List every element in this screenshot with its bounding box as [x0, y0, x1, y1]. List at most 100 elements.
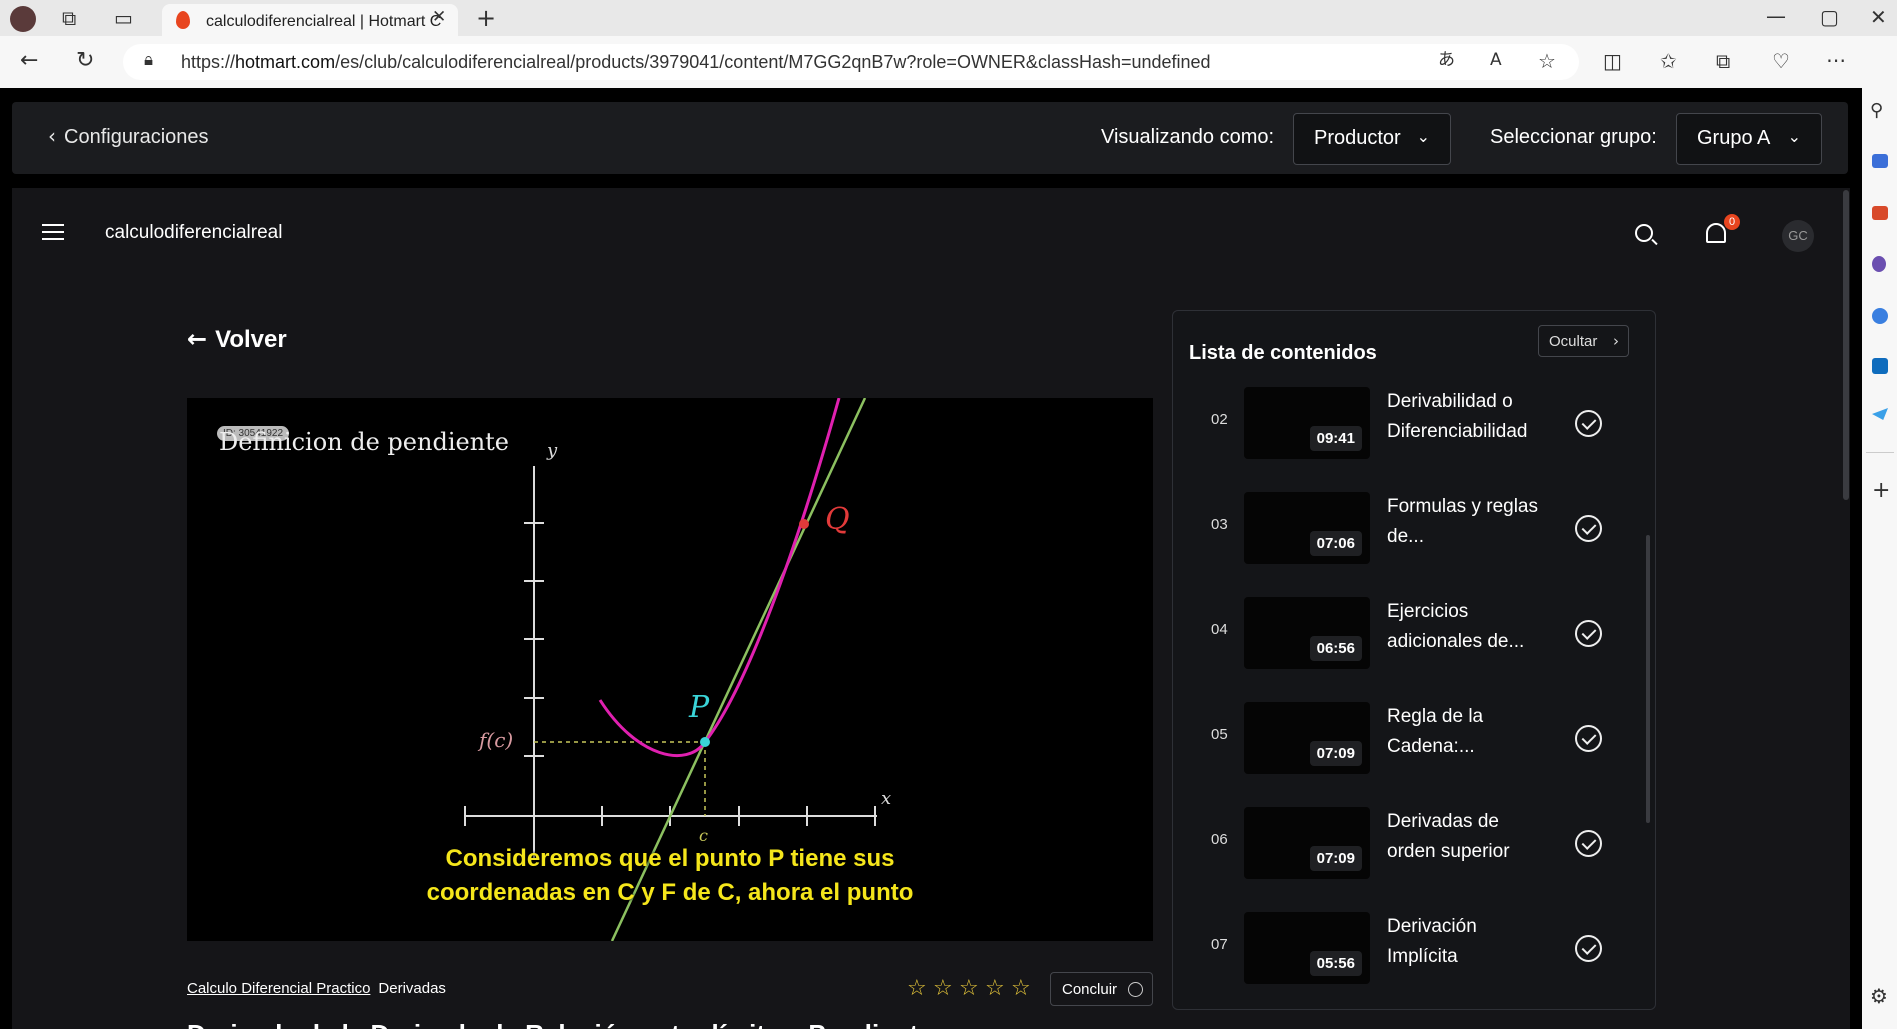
conclude-button[interactable]: Concluir: [1050, 972, 1153, 1006]
configurations-label: Configuraciones: [64, 126, 209, 148]
item-number: 05: [1211, 726, 1228, 743]
people-icon[interactable]: [1872, 256, 1886, 272]
rating-star-4[interactable]: ☆: [985, 978, 1007, 1000]
back-icon[interactable]: ←: [20, 50, 38, 72]
configurations-link[interactable]: ‹ Configuraciones: [48, 124, 209, 149]
item-thumbnail: 06:56: [1244, 597, 1370, 669]
item-title: Derivadas de orden superior: [1387, 811, 1510, 862]
club-name[interactable]: calculodiferencialreal: [105, 222, 282, 244]
item-duration: 07:06: [1309, 531, 1362, 556]
close-window-icon[interactable]: ✕: [1870, 7, 1887, 27]
profile-avatar[interactable]: [10, 6, 36, 32]
back-link[interactable]: ← Volver: [187, 325, 287, 354]
chevron-right-icon: ›: [1613, 332, 1619, 350]
item-duration: 07:09: [1309, 741, 1362, 766]
shopping-icon[interactable]: [1872, 154, 1888, 168]
item-number: 03: [1211, 516, 1228, 533]
lock-icon[interactable]: 🔒︎: [144, 52, 153, 69]
page-scrollbar[interactable]: [1843, 190, 1849, 500]
group-dropdown[interactable]: Grupo A ⌄: [1676, 113, 1822, 165]
chevron-down-icon: ⌄: [1787, 127, 1801, 146]
sidebar-divider: [1866, 452, 1894, 453]
conclude-label: Concluir: [1062, 981, 1118, 998]
rating-star-1[interactable]: ☆: [907, 978, 929, 1000]
content-list: 02 09:41 Derivabilidad o Diferenciabilid…: [1173, 381, 1643, 1009]
list-item[interactable]: 07 05:56 Derivación Implícita: [1173, 906, 1643, 1009]
video-player[interactable]: ID: 30541922 Definicion de pendiente y x: [187, 398, 1153, 941]
item-thumbnail: 07:06: [1244, 492, 1370, 564]
item-title: Regla de la Cadena:...: [1387, 706, 1484, 757]
breadcrumb-module: Derivadas: [378, 980, 446, 997]
close-tab-icon[interactable]: ✕: [432, 9, 446, 26]
item-duration: 09:41: [1309, 426, 1362, 451]
rating-star-3[interactable]: ☆: [959, 978, 981, 1000]
menu-icon[interactable]: [42, 224, 64, 240]
breadcrumb-course-link[interactable]: Calculo Diferencial Practico: [187, 980, 370, 997]
tab-actions-icon[interactable]: ▭: [114, 8, 133, 28]
rating-star-5[interactable]: ☆: [1011, 978, 1033, 1000]
arrow-left-icon: ←: [187, 325, 208, 353]
more-menu-icon[interactable]: ⋯: [1826, 50, 1846, 70]
refresh-icon[interactable]: ↻: [76, 50, 94, 72]
bell-icon[interactable]: [1706, 223, 1726, 243]
hide-button[interactable]: Ocultar ›: [1538, 325, 1629, 357]
item-title: Ejercicios adicionales de...: [1387, 601, 1525, 652]
browser-essentials-icon[interactable]: ♡: [1772, 51, 1790, 71]
minimize-icon[interactable]: —: [1766, 6, 1786, 26]
read-aloud-icon[interactable]: A: [1490, 52, 1502, 69]
breadcrumb: Calculo Diferencial Practico Derivadas: [187, 980, 446, 997]
favorites-icon[interactable]: ✩: [1660, 51, 1677, 71]
item-number: 07: [1211, 936, 1228, 953]
completed-check-icon: [1575, 725, 1602, 752]
tab-title: calculodiferencialreal | Hotmart C: [206, 13, 442, 30]
notification-badge: 0: [1724, 214, 1740, 230]
avatar[interactable]: GC: [1782, 220, 1814, 252]
list-item[interactable]: 02 09:41 Derivabilidad o Diferenciabilid…: [1173, 381, 1643, 486]
item-thumbnail: 07:09: [1244, 807, 1370, 879]
p-label: P: [689, 690, 710, 725]
page: ‹ Configuraciones Visualizando como: Prod…: [0, 88, 1862, 1029]
back-label: Volver: [215, 326, 287, 353]
item-number: 04: [1211, 621, 1228, 638]
item-duration: 05:56: [1309, 951, 1362, 976]
point-q: [799, 519, 809, 529]
url-prefix: https://: [181, 52, 236, 72]
url-path: /es/club/calculodiferencialreal/products…: [335, 52, 1211, 72]
new-tab-icon[interactable]: +: [476, 6, 496, 30]
tools-icon[interactable]: [1872, 206, 1888, 220]
workspaces-icon[interactable]: ⧉: [62, 8, 76, 28]
translate-icon[interactable]: あ: [1438, 52, 1455, 69]
add-sidebar-icon[interactable]: +: [1872, 480, 1890, 502]
list-item[interactable]: 06 07:09 Derivadas de orden superior: [1173, 801, 1643, 906]
lesson-title: Derivada de la Derivada: la Relación ent…: [187, 1014, 1153, 1029]
item-title: Derivación Implícita: [1387, 916, 1477, 967]
item-duration: 06:56: [1309, 636, 1362, 661]
list-scrollbar[interactable]: [1646, 535, 1650, 823]
viewing-as-dropdown[interactable]: Productor ⌄: [1293, 113, 1451, 165]
content-list-panel: Lista de contenidos Ocultar › 02 09:41 D…: [1172, 310, 1656, 1010]
subtitle-line-1: Consideremos que el punto P tiene sus: [445, 845, 895, 872]
completed-check-icon: [1575, 935, 1602, 962]
chevron-left-icon: ‹: [48, 124, 56, 148]
list-item[interactable]: 05 07:09 Regla de la Cadena:...: [1173, 696, 1643, 801]
split-screen-icon[interactable]: ◫: [1603, 51, 1622, 71]
maximize-icon[interactable]: ▢: [1820, 7, 1839, 27]
list-item[interactable]: 03 07:06 Formulas y reglas de...: [1173, 486, 1643, 591]
collections-icon[interactable]: ⧉: [1716, 51, 1730, 71]
check-circle-icon: [1128, 982, 1143, 997]
favorite-star-icon[interactable]: ☆: [1538, 51, 1556, 71]
url-field[interactable]: https://hotmart.com/es/club/calculodifer…: [123, 44, 1579, 80]
configuration-bar: ‹ Configuraciones Visualizando como: Prod…: [12, 102, 1848, 174]
url-domain: hotmart.com: [235, 52, 336, 72]
outlook-icon[interactable]: [1872, 358, 1888, 374]
send-icon[interactable]: [1872, 408, 1888, 420]
browser-tab[interactable]: calculodiferencialreal | Hotmart C: [162, 4, 458, 36]
sidebar-settings-icon[interactable]: ⚙: [1870, 986, 1888, 1006]
rating-star-2[interactable]: ☆: [933, 978, 955, 1000]
edge-sidebar: ⚲ + ⚙: [1862, 88, 1897, 1029]
office-icon[interactable]: [1872, 308, 1888, 324]
list-item[interactable]: 04 06:56 Ejercicios adicionales de...: [1173, 591, 1643, 696]
search-sidebar-icon[interactable]: ⚲: [1870, 102, 1883, 120]
viewing-as-value: Productor: [1314, 127, 1401, 149]
group-label: Seleccionar grupo:: [1490, 126, 1657, 148]
